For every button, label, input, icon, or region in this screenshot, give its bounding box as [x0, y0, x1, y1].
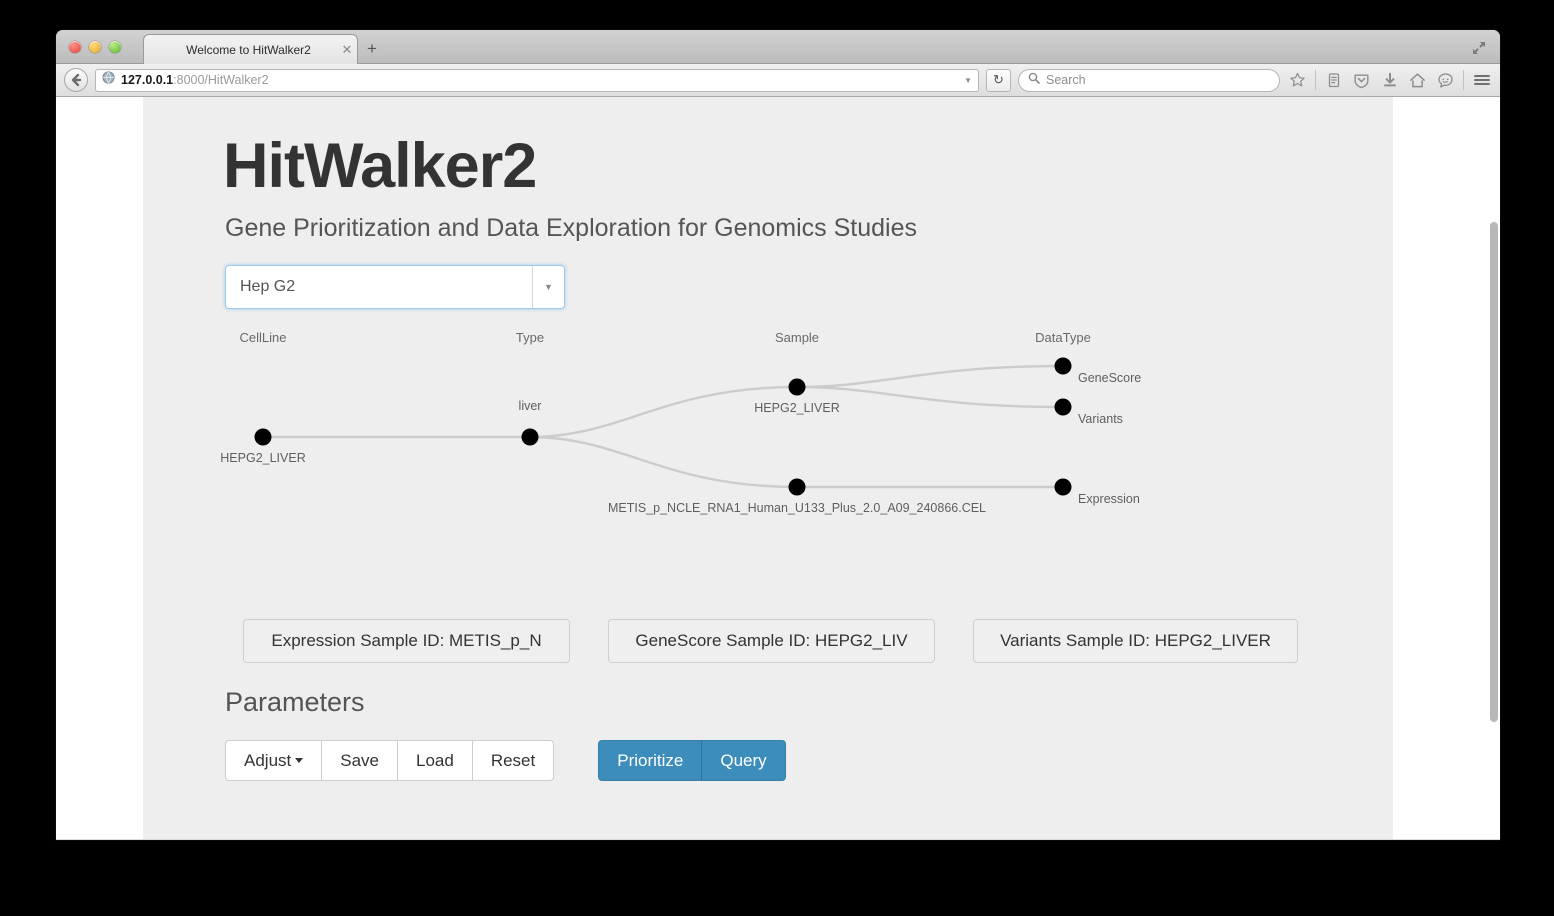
- scrollbar-thumb[interactable]: [1490, 222, 1498, 722]
- variants-sample-id-button[interactable]: Variants Sample ID: HEPG2_LIVER: [973, 619, 1298, 664]
- graph-column-header-cellline: CellLine: [239, 330, 287, 346]
- adjust-button-label: Adjust: [244, 750, 292, 770]
- graph-node-label-type: liver: [518, 399, 542, 414]
- graph-column-header-type: Type: [515, 330, 545, 346]
- parameters-toolbar: Adjust Save Load Reset Prioritize Query: [225, 740, 1393, 782]
- page-viewport: HitWalker2 Gene Prioritization and Data …: [56, 97, 1500, 839]
- minimize-window-button[interactable]: [89, 41, 101, 53]
- prioritize-button[interactable]: Prioritize: [598, 740, 703, 782]
- cellline-select[interactable]: Hep G2 ▼: [225, 265, 565, 310]
- toolbar-divider: [1315, 70, 1316, 90]
- search-icon: [1028, 71, 1040, 89]
- load-button[interactable]: Load: [397, 740, 473, 782]
- tab-close-icon[interactable]: ✕: [337, 42, 357, 58]
- search-input[interactable]: Search: [1018, 68, 1280, 92]
- graph-node-label-sample1: HEPG2_LIVER: [754, 401, 840, 416]
- reset-button[interactable]: Reset: [471, 740, 555, 782]
- toolbar-divider: [1463, 70, 1464, 90]
- reload-icon[interactable]: ↻: [986, 68, 1011, 92]
- graph-node-label-variants: Variants: [1078, 412, 1123, 427]
- parameter-button-group: Adjust Save Load Reset: [225, 740, 555, 782]
- hitwalker2-page: HitWalker2 Gene Prioritization and Data …: [143, 97, 1393, 839]
- page-subtitle: Gene Prioritization and Data Exploration…: [225, 214, 918, 243]
- page-content: HitWalker2 Gene Prioritization and Data …: [143, 97, 1393, 782]
- globe-icon: [102, 71, 115, 89]
- fullscreen-expand-icon[interactable]: [1470, 39, 1488, 57]
- graph-node-sample1[interactable]: [788, 378, 806, 396]
- graph-node-label-sample2: METIS_p_NCLE_RNA1_Human_U133_Plus_2.0_A0…: [607, 501, 987, 516]
- graph-node-type[interactable]: [521, 428, 539, 446]
- search-placeholder: Search: [1046, 73, 1086, 87]
- sample-graph: CellLine Type Sample DataType HEPG2_LIVE…: [220, 321, 1323, 571]
- page-title: HitWalker2: [223, 131, 537, 201]
- url-bar[interactable]: 127.0.0.1:8000/HitWalker2 ▼: [95, 68, 979, 92]
- downloads-icon[interactable]: [1379, 70, 1400, 91]
- graph-node-label-expression: Expression: [1078, 492, 1140, 507]
- pocket-shield-icon[interactable]: [1351, 70, 1372, 91]
- tab-strip: Welcome to HitWalker2 ✕ +: [56, 30, 1500, 64]
- caret-down-icon: [295, 758, 304, 764]
- cellline-select-value: Hep G2: [240, 278, 296, 296]
- sample-id-buttons: Expression Sample ID: METIS_p_N GeneScor…: [243, 619, 1393, 664]
- graph-column-header-sample: Sample: [774, 330, 820, 346]
- navigation-toolbar: 127.0.0.1:8000/HitWalker2 ▼ ↻ Search: [56, 64, 1500, 97]
- browser-tab[interactable]: Welcome to HitWalker2 ✕: [143, 34, 358, 64]
- graph-node-label-cellline: HEPG2_LIVER: [220, 451, 306, 466]
- hamburger-menu-icon[interactable]: [1471, 70, 1492, 91]
- adjust-button[interactable]: Adjust: [225, 740, 323, 782]
- genescore-sample-id-button[interactable]: GeneScore Sample ID: HEPG2_LIV: [608, 619, 935, 664]
- back-arrow-icon[interactable]: [64, 68, 88, 92]
- graph-node-genescore[interactable]: [1054, 357, 1072, 375]
- close-window-button[interactable]: [69, 41, 81, 53]
- graph-node-cellline[interactable]: [254, 428, 272, 446]
- url-text: 127.0.0.1:8000/HitWalker2: [121, 73, 958, 87]
- tab-title: Welcome to HitWalker2: [186, 42, 311, 57]
- chevron-down-icon[interactable]: ▼: [964, 76, 972, 85]
- save-button[interactable]: Save: [321, 740, 398, 782]
- browser-window: Welcome to HitWalker2 ✕ + 127.0.0.1:8000…: [56, 30, 1500, 840]
- bookmark-star-icon[interactable]: [1287, 70, 1308, 91]
- chevron-down-icon[interactable]: ▼: [532, 266, 564, 309]
- graph-node-label-genescore: GeneScore: [1078, 371, 1142, 386]
- graph-node-variants[interactable]: [1054, 398, 1072, 416]
- graph-node-sample2[interactable]: [788, 478, 806, 496]
- home-icon[interactable]: [1407, 70, 1428, 91]
- action-button-group: Prioritize Query: [598, 740, 786, 782]
- expression-sample-id-button[interactable]: Expression Sample ID: METIS_p_N: [243, 619, 570, 664]
- new-tab-icon[interactable]: +: [367, 40, 377, 57]
- graph-node-expression[interactable]: [1054, 478, 1072, 496]
- page-scrollbar[interactable]: [1489, 97, 1500, 839]
- graph-column-header-datatype: DataType: [1035, 330, 1091, 346]
- parameters-heading: Parameters: [225, 687, 365, 718]
- maximize-window-button[interactable]: [109, 41, 121, 53]
- url-path: :8000/HitWalker2: [173, 73, 269, 87]
- chat-bubble-icon[interactable]: [1435, 70, 1456, 91]
- window-controls: [69, 41, 121, 53]
- reader-list-icon[interactable]: [1323, 70, 1344, 91]
- url-host: 127.0.0.1: [121, 73, 174, 87]
- query-button[interactable]: Query: [701, 740, 786, 782]
- graph-edges: [254, 357, 1072, 496]
